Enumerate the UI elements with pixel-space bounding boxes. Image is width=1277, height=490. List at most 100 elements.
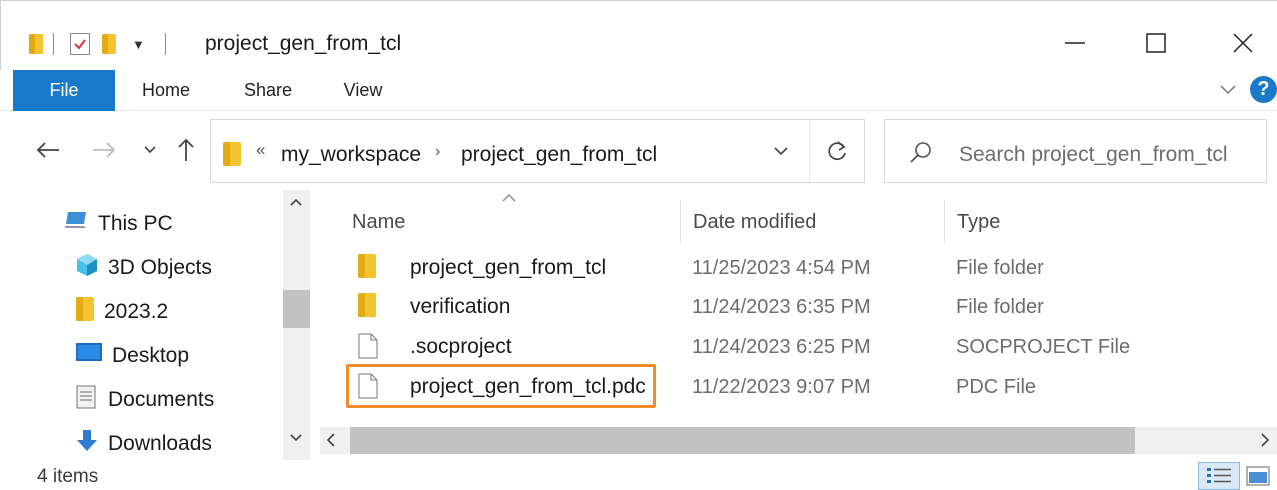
tab-home[interactable]: Home	[126, 70, 206, 111]
file-type: SOCPROJECT File	[956, 336, 1131, 358]
nav-item-documents[interactable]: Documents	[76, 380, 214, 420]
file-name: project_gen_from_tcl.pdc	[410, 375, 646, 398]
file-list-horizontal-scrollbar[interactable]	[320, 427, 1277, 454]
search-input[interactable]: Search project_gen_from_tcl	[959, 143, 1227, 167]
nav-item-2023-2[interactable]: 2023.2	[76, 292, 168, 332]
nav-item-label: Documents	[108, 388, 215, 411]
close-button[interactable]	[1223, 25, 1263, 61]
nav-item-label: 2023.2	[104, 300, 169, 323]
properties-icon[interactable]	[70, 33, 90, 55]
nav-item-label: Desktop	[112, 344, 190, 367]
nav-item-downloads[interactable]: Downloads	[76, 424, 212, 464]
nav-item-desktop[interactable]: Desktop	[76, 336, 189, 376]
address-divider	[809, 120, 810, 182]
nav-item-label: This PC	[98, 212, 173, 235]
nav-item-this-pc[interactable]: This PC	[64, 204, 173, 244]
back-arrow-icon	[36, 142, 59, 158]
cube-icon	[76, 253, 98, 283]
breadcrumb-separator-icon[interactable]: ›	[435, 143, 440, 161]
up-button[interactable]	[170, 134, 202, 166]
navigation-pane-scrollbar[interactable]	[283, 190, 310, 460]
help-icon[interactable]: ?	[1250, 76, 1277, 103]
file-type: File folder	[956, 296, 1044, 318]
maximize-icon	[1146, 33, 1166, 53]
nav-item-3d-objects[interactable]: 3D Objects	[76, 248, 212, 288]
breadcrumb-my-workspace[interactable]: my_workspace	[281, 143, 421, 167]
large-icons-view-button[interactable]	[1244, 464, 1272, 488]
ribbon: File Home Share View	[0, 70, 1277, 111]
column-header-date-modified[interactable]: Date modified	[680, 200, 944, 244]
file-date: 11/25/2023 4:54 PM	[692, 257, 871, 279]
desktop-icon	[76, 343, 102, 369]
nav-item-label: 3D Objects	[108, 256, 212, 279]
toolbar-divider	[53, 33, 54, 55]
folder-icon	[76, 297, 94, 327]
file-name: .socproject	[410, 335, 512, 358]
file-row[interactable]: project_gen_from_tcl 11/25/2023 4:54 PM …	[340, 248, 1277, 288]
file-date: 11/24/2023 6:35 PM	[692, 296, 871, 318]
back-button[interactable]	[30, 134, 66, 166]
minimize-icon	[1065, 42, 1085, 44]
scrollbar-thumb[interactable]	[350, 427, 1135, 454]
column-header-name[interactable]: Name	[340, 200, 690, 244]
refresh-button[interactable]	[825, 138, 849, 169]
tab-file[interactable]: File	[13, 70, 115, 111]
details-view-button[interactable]	[1198, 462, 1240, 490]
documents-icon	[76, 385, 98, 415]
scroll-up-icon[interactable]	[289, 194, 303, 212]
file-type: PDC File	[956, 376, 1037, 398]
new-folder-icon[interactable]	[102, 34, 116, 54]
details-view-icon	[1207, 468, 1231, 483]
customize-toolbar-icon[interactable]: ▼	[132, 37, 145, 52]
up-arrow-icon	[178, 138, 194, 161]
file-date: 11/22/2023 9:07 PM	[692, 376, 871, 398]
file-date: 11/24/2023 6:25 PM	[692, 336, 871, 358]
file-name: project_gen_from_tcl	[410, 256, 607, 279]
file-row[interactable]: .socproject 11/24/2023 6:25 PM SOCPROJEC…	[340, 327, 1277, 367]
file-row[interactable]: project_gen_from_tcl.pdc 11/22/2023 9:07…	[340, 367, 1277, 407]
forward-button[interactable]	[86, 134, 122, 166]
scroll-right-icon[interactable]	[1260, 432, 1270, 453]
file-row[interactable]: verification 11/24/2023 6:35 PM File fol…	[340, 287, 1277, 327]
download-icon	[76, 429, 98, 459]
breadcrumb-current-folder[interactable]: project_gen_from_tcl	[461, 143, 657, 167]
scroll-left-icon[interactable]	[326, 432, 336, 453]
address-history-dropdown[interactable]	[773, 144, 789, 162]
scroll-down-icon[interactable]	[289, 430, 303, 448]
tab-view[interactable]: View	[326, 70, 400, 111]
file-type: File folder	[956, 257, 1044, 279]
folder-icon	[358, 293, 376, 322]
folder-icon	[29, 34, 43, 54]
close-icon	[1233, 33, 1253, 53]
overflow-chevron-icon[interactable]: «	[256, 140, 265, 160]
chevron-down-icon	[774, 147, 788, 156]
file-name: verification	[410, 295, 511, 318]
nav-item-label: Downloads	[108, 432, 212, 455]
forward-arrow-icon	[93, 142, 116, 158]
file-icon	[358, 373, 378, 404]
folder-icon	[358, 254, 376, 283]
refresh-icon	[828, 141, 846, 161]
minimize-button[interactable]	[1055, 25, 1095, 61]
quick-access-toolbar: ▼	[29, 29, 176, 59]
column-header-type[interactable]: Type	[944, 200, 1274, 244]
title-bar: ▼ project_gen_from_tcl	[0, 0, 1277, 70]
chevron-down-icon	[144, 146, 156, 154]
scrollbar-thumb[interactable]	[283, 290, 310, 328]
folder-icon	[223, 142, 241, 171]
item-count: 4 items	[37, 466, 99, 487]
computer-icon	[64, 210, 88, 238]
large-icons-view-icon	[1246, 466, 1270, 486]
expand-ribbon-icon[interactable]	[1219, 82, 1237, 101]
maximize-button[interactable]	[1136, 25, 1176, 61]
search-box[interactable]: Search project_gen_from_tcl	[884, 119, 1267, 183]
window-title: project_gen_from_tcl	[205, 32, 402, 55]
address-bar[interactable]: « my_workspace › project_gen_from_tcl	[210, 119, 865, 183]
navigation-bar: « my_workspace › project_gen_from_tcl Se…	[0, 112, 1277, 190]
file-icon	[358, 333, 378, 364]
toolbar-divider	[164, 33, 166, 55]
navigation-pane: This PC 3D Objects 2023.2 Desktop Docume…	[0, 190, 283, 460]
status-bar: 4 items	[0, 460, 1277, 490]
recent-locations-button[interactable]	[138, 134, 162, 166]
tab-share[interactable]: Share	[228, 70, 308, 111]
